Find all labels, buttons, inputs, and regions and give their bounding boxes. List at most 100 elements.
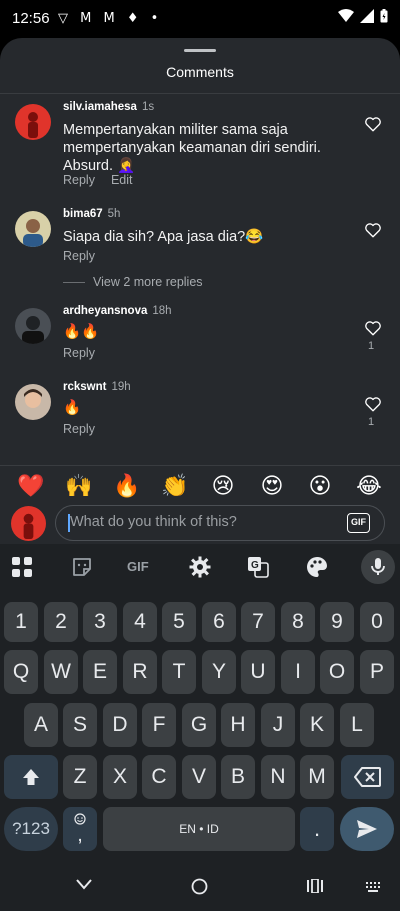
key-d[interactable]: D	[103, 703, 137, 747]
comment-time: 5h	[107, 208, 121, 220]
keyboard-switch-icon[interactable]	[366, 882, 380, 892]
key-o[interactable]: O	[320, 650, 354, 694]
like-count: 1	[368, 340, 375, 352]
palette-icon[interactable]	[306, 556, 328, 578]
settings-icon[interactable]	[189, 556, 211, 578]
send-key[interactable]	[340, 807, 394, 851]
emoji-clap[interactable]: 👏	[160, 472, 190, 502]
battery-icon	[380, 9, 388, 23]
home-icon[interactable]	[191, 878, 208, 895]
chevron-down-icon[interactable]	[76, 878, 92, 890]
key-1[interactable]: 1	[4, 602, 38, 642]
key-k[interactable]: K	[300, 703, 334, 747]
key-0[interactable]: 0	[360, 602, 394, 642]
like-count: 1	[368, 416, 375, 428]
key-r[interactable]: R	[123, 650, 157, 694]
space-key[interactable]: EN • ID	[103, 807, 295, 851]
comment-text: Siapa dia sih? Apa jasa dia?😂	[63, 229, 264, 245]
mic-button[interactable]	[361, 550, 395, 584]
translate-icon[interactable]: G	[247, 556, 269, 578]
avatar[interactable]	[15, 308, 51, 344]
heart-icon[interactable]	[364, 115, 382, 133]
key-n[interactable]: N	[261, 755, 295, 799]
comment-text: Mempertanyakan militer sama saja mempert…	[63, 122, 321, 174]
wifi-icon	[338, 9, 354, 22]
avatar[interactable]	[15, 211, 51, 247]
sheet-drag-handle[interactable]	[184, 49, 216, 52]
replies-line	[63, 282, 85, 284]
emoji-comma-key[interactable]: ,	[63, 807, 97, 851]
symbols-key[interactable]: ?123	[4, 807, 58, 851]
backspace-key[interactable]	[341, 755, 394, 799]
emoji-laughing[interactable]: 😂	[354, 472, 384, 502]
comment-username[interactable]: bima67 5h	[63, 208, 120, 220]
key-m[interactable]: M	[300, 755, 334, 799]
sticker-icon[interactable]	[71, 556, 93, 578]
emoji-surprised[interactable]: 😮	[305, 472, 335, 502]
key-6[interactable]: 6	[202, 602, 236, 642]
key-4[interactable]: 4	[123, 602, 157, 642]
comment-username[interactable]: rckswnt 19h	[63, 381, 131, 393]
period-key[interactable]: .	[300, 807, 334, 851]
reply-button[interactable]: Reply	[63, 422, 95, 436]
shift-key[interactable]	[4, 755, 58, 799]
key-g[interactable]: G	[182, 703, 216, 747]
emoji-heart[interactable]: ❤️	[16, 472, 46, 502]
key-f[interactable]: F	[142, 703, 176, 747]
key-h[interactable]: H	[221, 703, 255, 747]
my-avatar	[11, 506, 46, 541]
key-p[interactable]: P	[360, 650, 394, 694]
keyboard: GIF G 1 2 3 4 5 6 7 8 9 0 Q W E R T Y U …	[0, 544, 400, 861]
apps-icon[interactable]	[11, 556, 33, 578]
key-3[interactable]: 3	[83, 602, 117, 642]
emoji-crying[interactable]: 😢	[208, 472, 238, 502]
gif-button[interactable]: GIF	[347, 513, 370, 533]
sheet-title: Comments	[166, 64, 234, 80]
key-z[interactable]: Z	[63, 755, 97, 799]
key-i[interactable]: I	[281, 650, 315, 694]
emoji-heart-eyes[interactable]: 😍	[257, 472, 287, 502]
key-a[interactable]: A	[24, 703, 58, 747]
key-y[interactable]: Y	[202, 650, 236, 694]
emoji-raised-hands[interactable]: 🙌	[64, 472, 94, 502]
key-e[interactable]: E	[83, 650, 117, 694]
divider	[0, 93, 400, 94]
heart-icon[interactable]	[364, 319, 382, 337]
mic-icon	[371, 558, 385, 575]
key-q[interactable]: Q	[4, 650, 38, 694]
key-c[interactable]: C	[142, 755, 176, 799]
key-s[interactable]: S	[63, 703, 97, 747]
key-u[interactable]: U	[241, 650, 275, 694]
key-5[interactable]: 5	[162, 602, 196, 642]
view-more-replies[interactable]: View 2 more replies	[63, 275, 203, 289]
reply-button[interactable]: Reply	[63, 249, 95, 263]
recents-icon[interactable]	[307, 879, 323, 893]
status-bar: 12:56 ▽ M M ♦ •	[0, 0, 400, 38]
status-time: 12:56	[12, 10, 50, 27]
emoji-fire[interactable]: 🔥	[112, 472, 142, 502]
notification-icons: ▽ M M ♦ •	[58, 11, 163, 26]
key-8[interactable]: 8	[281, 602, 315, 642]
key-j[interactable]: J	[261, 703, 295, 747]
gif-icon[interactable]: GIF	[127, 556, 157, 578]
comment-username[interactable]: ardheyansnova 18h	[63, 305, 172, 317]
avatar[interactable]	[15, 104, 51, 140]
avatar[interactable]	[15, 384, 51, 420]
key-t[interactable]: T	[162, 650, 196, 694]
key-v[interactable]: V	[182, 755, 216, 799]
key-x[interactable]: X	[103, 755, 137, 799]
key-w[interactable]: W	[44, 650, 78, 694]
key-l[interactable]: L	[340, 703, 374, 747]
key-2[interactable]: 2	[44, 602, 78, 642]
edit-button[interactable]: Edit	[111, 173, 133, 187]
comment-username[interactable]: silv.iamahesa 1s	[63, 101, 154, 113]
reply-button[interactable]: Reply	[63, 346, 95, 360]
key-b[interactable]: B	[221, 755, 255, 799]
heart-icon[interactable]	[364, 395, 382, 413]
comment-input[interactable]: What do you think of this? GIF	[55, 505, 385, 541]
key-9[interactable]: 9	[320, 602, 354, 642]
heart-icon[interactable]	[364, 221, 382, 239]
send-icon	[357, 820, 377, 838]
key-7[interactable]: 7	[241, 602, 275, 642]
reply-button[interactable]: Reply	[63, 173, 95, 187]
